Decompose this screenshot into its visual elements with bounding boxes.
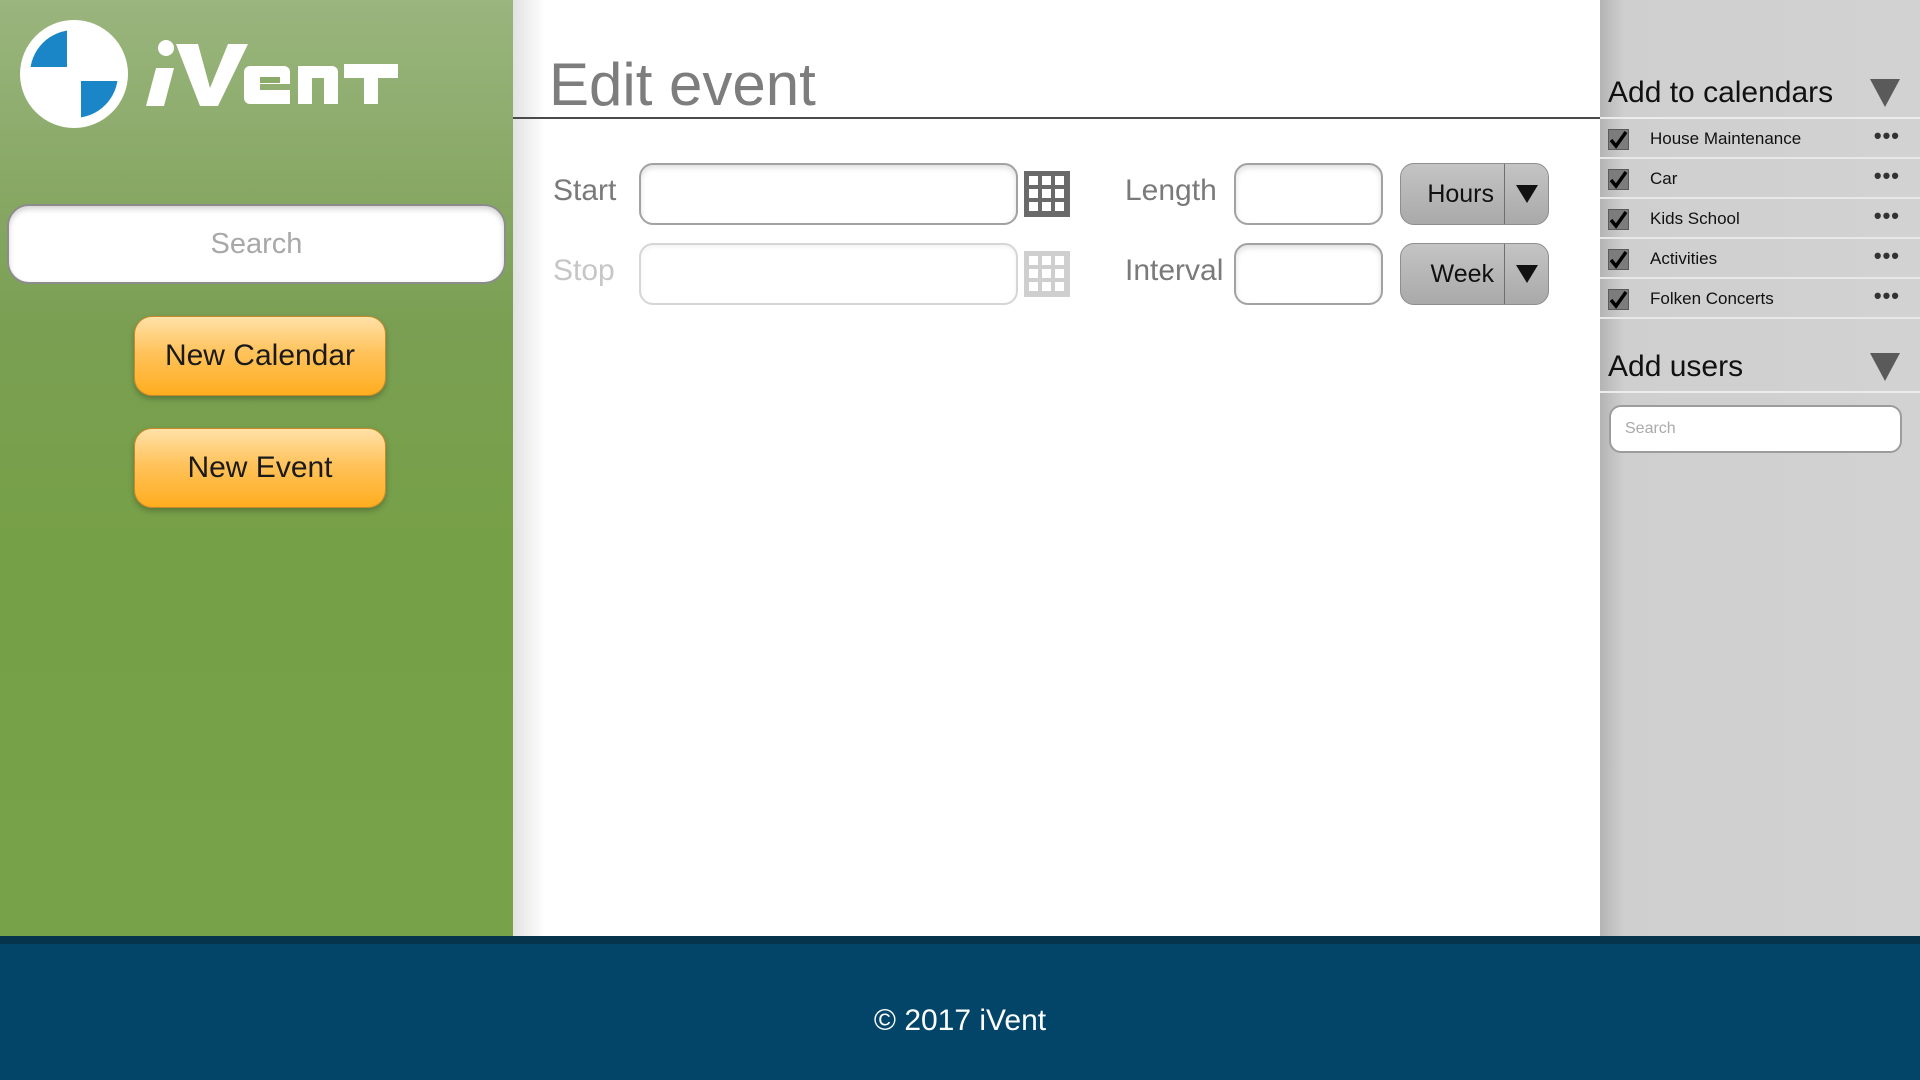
length-unit-select[interactable]: Hours	[1400, 163, 1549, 225]
length-unit-value: Hours	[1427, 179, 1494, 208]
calendar-name: Activities	[1650, 249, 1718, 268]
calendar-name: Kids School	[1650, 209, 1740, 228]
calendar-checkbox[interactable]	[1608, 209, 1629, 230]
new-calendar-label: New Calendar	[164, 339, 356, 372]
users-search-input[interactable]	[1609, 405, 1902, 453]
calendar-name: Folken Concerts	[1650, 289, 1774, 308]
calendar-name: House Maintenance	[1650, 129, 1802, 148]
new-event-label: New Event	[187, 451, 333, 484]
calendar-row[interactable]: House Maintenance •••	[1600, 119, 1920, 159]
title-divider	[513, 117, 1600, 119]
more-options-icon[interactable]: •••	[1874, 283, 1900, 309]
main-content: Edit event Start Length Hours Stop Inter…	[513, 0, 1600, 936]
new-event-button[interactable]: New Event	[134, 428, 386, 508]
add-to-calendars-title: Add to calendars	[1608, 76, 1834, 109]
copyright-text: © 2017 iVent	[873, 1004, 1047, 1037]
right-panel: Add to calendars House Maintenance ••• C…	[1600, 0, 1920, 936]
triangle-down-icon[interactable]	[1505, 164, 1548, 224]
add-users-title: Add users	[1608, 350, 1744, 383]
calendar-grid-icon[interactable]	[1024, 171, 1070, 217]
calendar-checkbox[interactable]	[1608, 169, 1629, 190]
interval-unit-select[interactable]: Week	[1400, 243, 1549, 305]
more-options-icon[interactable]: •••	[1874, 123, 1900, 149]
ivent-logo[interactable]	[18, 18, 398, 133]
start-label: Start	[553, 174, 617, 207]
new-calendar-button[interactable]: New Calendar	[134, 316, 386, 396]
start-date-input[interactable]	[639, 163, 1018, 225]
more-options-icon[interactable]: •••	[1874, 163, 1900, 189]
collapse-triangle-icon[interactable]	[1870, 79, 1900, 107]
calendar-checkbox[interactable]	[1608, 289, 1629, 310]
calendar-row[interactable]: Car •••	[1600, 159, 1920, 199]
triangle-down-icon[interactable]	[1505, 244, 1548, 304]
length-label: Length	[1125, 174, 1217, 207]
calendar-name: Car	[1650, 169, 1678, 188]
length-input[interactable]	[1234, 163, 1383, 225]
more-options-icon[interactable]: •••	[1874, 243, 1900, 269]
calendar-checkbox[interactable]	[1608, 249, 1629, 270]
left-sidebar: New Calendar New Event	[0, 0, 513, 936]
calendar-row[interactable]: Kids School •••	[1600, 199, 1920, 239]
more-options-icon[interactable]: •••	[1874, 203, 1900, 229]
page-title: Edit event	[549, 51, 816, 118]
stop-label: Stop	[553, 254, 615, 287]
sidebar-search-input[interactable]	[7, 204, 506, 284]
interval-input[interactable]	[1234, 243, 1383, 305]
interval-label: Interval	[1125, 254, 1224, 287]
calendar-row[interactable]: Activities •••	[1600, 239, 1920, 279]
calendar-row[interactable]: Folken Concerts •••	[1600, 279, 1920, 319]
calendar-checkbox[interactable]	[1608, 129, 1629, 150]
footer: © 2017 iVent	[0, 936, 1920, 1080]
interval-unit-value: Week	[1430, 259, 1494, 288]
section-divider	[1600, 391, 1920, 393]
calendar-grid-icon[interactable]	[1024, 251, 1070, 297]
collapse-triangle-icon[interactable]	[1870, 353, 1900, 381]
stop-date-input[interactable]	[639, 243, 1018, 305]
